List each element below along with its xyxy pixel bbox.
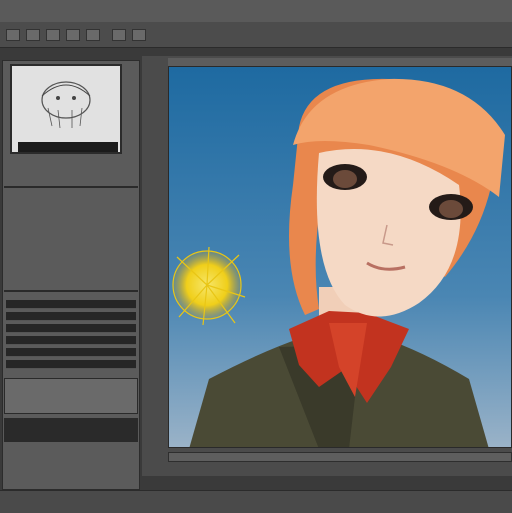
layer-row[interactable] (6, 336, 136, 345)
horizontal-scrollbar[interactable] (168, 452, 512, 462)
tool-button[interactable] (66, 28, 80, 41)
tool-button[interactable] (86, 28, 100, 41)
layer-row[interactable] (6, 348, 136, 357)
tool-button[interactable] (6, 28, 20, 41)
panel-divider (4, 290, 138, 292)
tool-button[interactable] (112, 28, 126, 41)
document-tab-bar[interactable] (168, 58, 512, 66)
tool-button[interactable] (46, 28, 60, 41)
navigator-thumbnail[interactable] (10, 64, 122, 154)
menu-bar (0, 0, 512, 22)
panel-divider (4, 186, 138, 188)
artwork-canvas[interactable] (168, 66, 512, 448)
tool-button[interactable] (26, 28, 40, 41)
sketch-thumbnail-icon (12, 66, 120, 152)
layer-properties (4, 378, 138, 414)
portrait-artwork (169, 67, 511, 447)
layer-row[interactable] (6, 324, 136, 333)
toolbar (0, 22, 512, 48)
layer-options[interactable] (4, 418, 138, 442)
layer-row[interactable] (6, 312, 136, 321)
status-bar (0, 490, 512, 513)
navigator-caption (18, 142, 118, 152)
layer-row[interactable] (6, 300, 136, 309)
tool-button[interactable] (132, 28, 146, 41)
layer-row[interactable] (6, 360, 136, 369)
